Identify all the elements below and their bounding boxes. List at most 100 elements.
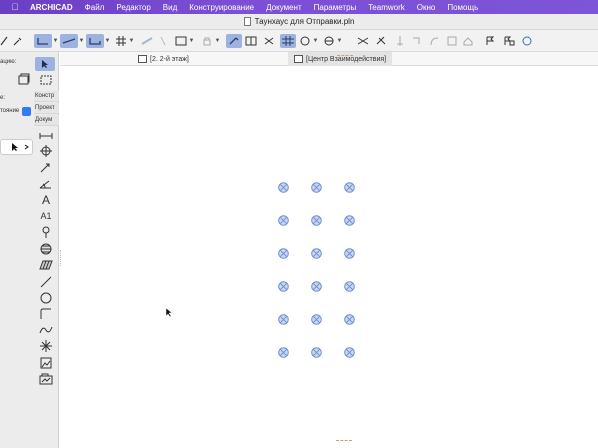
snap-icon[interactable] [262, 34, 276, 48]
panel-label-1: ацию: [0, 59, 17, 65]
selection-mode-button[interactable] [34, 34, 52, 48]
slab-tool-button[interactable] [86, 34, 104, 48]
globe-icon[interactable] [322, 34, 336, 48]
chevron-down-icon[interactable]: ▼ [52, 34, 59, 48]
column-marker[interactable] [344, 246, 355, 259]
spline-icon[interactable] [37, 323, 55, 337]
floor-plan-canvas[interactable] [60, 67, 598, 448]
grid-icon[interactable] [114, 34, 128, 48]
elevation-dimension-icon[interactable] [37, 161, 55, 175]
column-marker[interactable] [278, 345, 289, 358]
wall-tool-button[interactable] [60, 34, 78, 48]
arrow-popup[interactable] [0, 139, 33, 155]
toolbox-panel: ацию: е: тояние Констр Проект Докум A A1 [0, 52, 59, 448]
tab-floor-plan[interactable]: [2. 2-й этаж] [138, 52, 189, 66]
object-icon[interactable] [16, 72, 32, 86]
column-marker[interactable] [278, 312, 289, 325]
chevron-down-icon[interactable]: ▼ [214, 34, 221, 48]
top-drag-handle[interactable] [337, 55, 353, 58]
section-construction[interactable]: Констр [34, 91, 59, 102]
sync-icon[interactable] [520, 34, 534, 48]
column-marker[interactable] [311, 312, 322, 325]
guide-lines-button[interactable] [280, 34, 296, 48]
marker-icon[interactable] [37, 225, 55, 239]
menu-edit[interactable]: Редактор [116, 3, 150, 12]
tab-floor-plan-label: [2. 2-й этаж] [150, 55, 189, 63]
section-project[interactable]: Проект [34, 103, 59, 114]
chevron-down-icon[interactable]: ▼ [128, 34, 135, 48]
menu-design[interactable]: Конструирование [189, 3, 254, 12]
angle-dimension-icon[interactable] [37, 177, 55, 191]
markup-icon[interactable] [502, 34, 516, 48]
adjust-icon[interactable] [410, 34, 422, 48]
column-marker[interactable] [344, 312, 355, 325]
window-icon[interactable] [244, 34, 258, 48]
hotspot-icon[interactable] [37, 339, 55, 353]
magic-wand-icon[interactable] [226, 34, 242, 48]
fill-icon[interactable] [37, 242, 55, 256]
menu-help[interactable]: Помощь [447, 3, 478, 12]
chevron-down-icon[interactable]: ▼ [78, 34, 85, 48]
label-icon[interactable]: A1 [37, 209, 55, 223]
column-marker[interactable] [344, 180, 355, 193]
roof-icon[interactable] [462, 34, 474, 48]
chevron-down-icon[interactable]: ▼ [336, 34, 343, 48]
state-select[interactable] [22, 107, 31, 116]
menu-window[interactable]: Окно [417, 3, 436, 12]
floor-plan-icon [138, 55, 147, 63]
mouse-cursor-icon [165, 305, 173, 323]
slash-icon[interactable] [158, 34, 168, 48]
column-marker[interactable] [311, 180, 322, 193]
panel-label-2: е: [0, 95, 6, 101]
bottom-drag-handle[interactable] [336, 440, 352, 443]
column-marker[interactable] [344, 345, 355, 358]
intersect-icon[interactable] [356, 34, 370, 48]
fillet-icon[interactable] [428, 34, 440, 48]
chevron-down-icon[interactable]: ▼ [188, 34, 195, 48]
lock-icon[interactable] [202, 34, 212, 48]
column-marker[interactable] [278, 213, 289, 226]
column-marker[interactable] [311, 246, 322, 259]
section-document[interactable]: Докум [34, 115, 59, 126]
chevron-down-icon[interactable]: ▼ [312, 34, 319, 48]
level-dimension-icon[interactable] [37, 144, 55, 158]
apple-icon[interactable]:  [10, 2, 20, 12]
menu-document[interactable]: Документ [266, 3, 302, 12]
column-marker[interactable] [311, 213, 322, 226]
menu-options[interactable]: Параметры [314, 3, 357, 12]
rotate-icon[interactable] [298, 34, 312, 48]
menu-file[interactable]: Файл [85, 3, 105, 12]
document-icon [243, 17, 251, 26]
column-marker[interactable] [344, 279, 355, 292]
text-icon[interactable]: A [37, 193, 55, 207]
trace-icon[interactable] [140, 34, 154, 48]
marquee-icon[interactable] [37, 73, 55, 87]
hatch-icon[interactable] [37, 258, 55, 272]
figure-icon[interactable] [37, 356, 55, 370]
left-panel-grip[interactable] [60, 250, 68, 266]
circle-icon[interactable] [37, 291, 55, 305]
chevron-down-icon[interactable]: ▼ [104, 34, 111, 48]
column-marker[interactable] [311, 345, 322, 358]
drawing-icon[interactable] [37, 372, 55, 386]
column-marker[interactable] [278, 246, 289, 259]
menu-view[interactable]: Вид [163, 3, 177, 12]
polyline-icon[interactable] [37, 307, 55, 321]
offset-icon[interactable] [446, 34, 458, 48]
column-marker[interactable] [311, 279, 322, 292]
panel-grid-icon[interactable] [60, 52, 78, 66]
column-marker[interactable] [344, 213, 355, 226]
menu-app-name[interactable]: ARCHICAD [30, 3, 73, 12]
menu-teamwork[interactable]: Teamwork [368, 3, 404, 12]
column-marker[interactable] [278, 279, 289, 292]
pencil-icon[interactable] [0, 34, 8, 48]
layer-icon[interactable] [174, 34, 188, 48]
eyedropper-icon[interactable] [12, 34, 24, 48]
line-icon[interactable] [37, 275, 55, 289]
arrow-tool-button[interactable] [35, 57, 55, 71]
tools-icon[interactable] [374, 34, 388, 48]
dimension-icon[interactable] [37, 128, 55, 142]
column-marker[interactable] [278, 180, 289, 193]
split-icon[interactable] [394, 34, 406, 48]
flag-icon[interactable] [484, 34, 496, 48]
